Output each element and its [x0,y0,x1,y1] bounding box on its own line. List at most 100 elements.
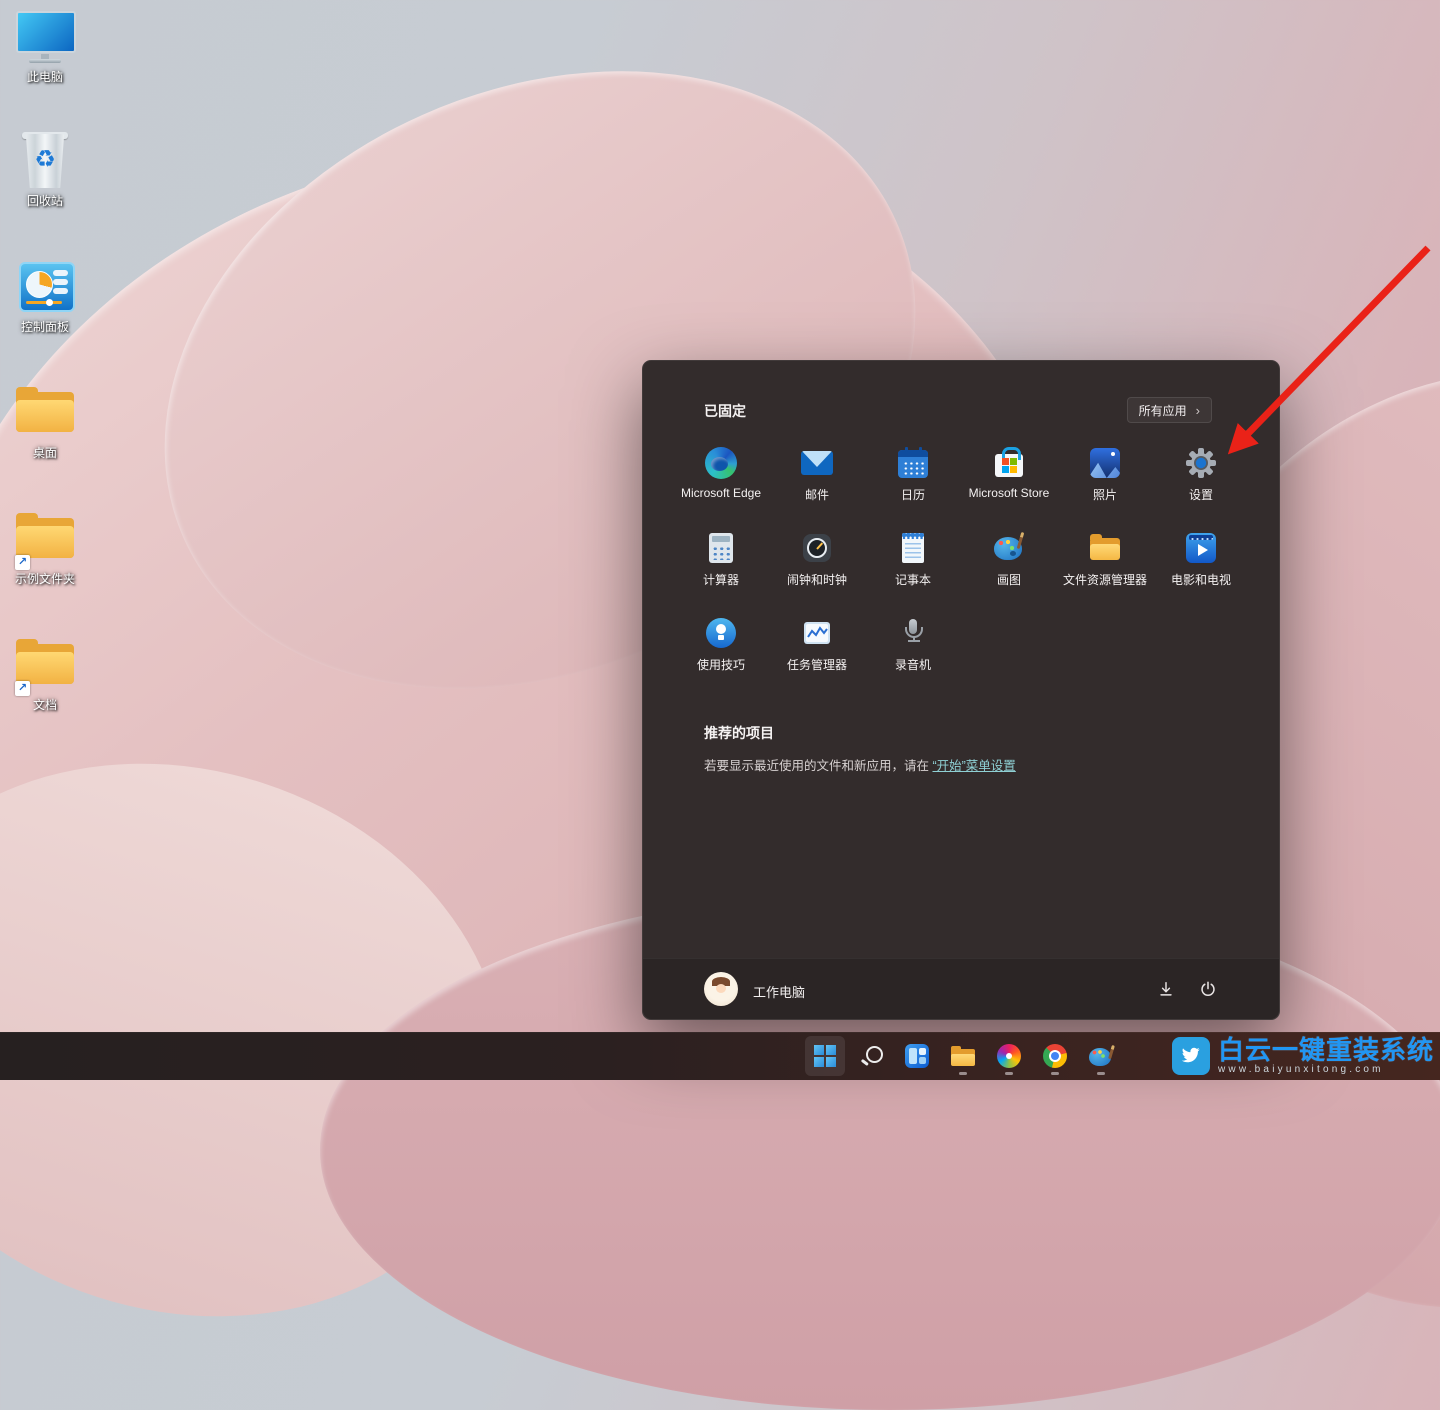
mail-icon [800,446,834,480]
watermark-text: 白云一键重装系统 www.baiyunxitong.com [1218,1037,1434,1075]
app-label: 记事本 [865,571,961,588]
bird-logo-icon [1172,1037,1210,1075]
photos-icon [1088,446,1122,480]
settings-gear-icon [1184,446,1218,480]
start-menu-settings-link[interactable]: “开始”菜单设置 [932,759,1015,773]
lightbulb-icon [704,616,738,650]
power-button[interactable] [1195,976,1221,1002]
power-icon [1199,980,1217,998]
desktop-icon-recycle-bin[interactable]: ♻ 回收站 [2,132,88,208]
user-name[interactable]: 工作电脑 [753,982,805,1001]
app-label: 文件资源管理器 [1057,571,1153,588]
start-app-microsoft-store[interactable]: Microsoft Store [961,435,1057,520]
all-apps-button[interactable]: 所有应用 › [1127,397,1212,423]
running-indicator [1051,1072,1059,1075]
clock-icon [800,531,834,565]
desktop-icon-label: 控制面板 [2,320,88,334]
store-icon [992,446,1026,480]
windows-logo-icon [814,1045,836,1067]
microphone-icon [896,616,930,650]
taskbar-colorful-browser-button[interactable] [989,1036,1029,1076]
watermark: 白云一键重装系统 www.baiyunxitong.com [1172,1034,1434,1078]
app-label: 录音机 [865,656,961,673]
start-app-paint[interactable]: 画图 [961,520,1057,605]
start-app-calendar[interactable]: 日历 [865,435,961,520]
start-app-photos[interactable]: 照片 [1057,435,1153,520]
app-label: 设置 [1153,486,1249,503]
taskbar-file-explorer-button[interactable] [943,1036,983,1076]
desktop-icon-desktop-folder[interactable]: 桌面 [2,384,88,460]
search-icon [859,1044,883,1068]
app-label: 日历 [865,486,961,503]
desktop-icon-label: 示例文件夹 [2,572,88,586]
movies-tv-icon [1184,531,1218,565]
download-icon [1157,980,1175,998]
running-indicator [1005,1072,1013,1075]
pinwheel-browser-icon [997,1044,1021,1068]
folder-icon [13,384,77,444]
start-app-settings[interactable]: 设置 [1153,435,1249,520]
app-label: 邮件 [769,486,865,503]
desktop-icon-label: 文档 [2,698,88,712]
start-app-task-manager[interactable]: 任务管理器 [769,605,865,690]
taskbar-search-button[interactable] [851,1036,891,1076]
task-manager-icon [800,616,834,650]
control-panel-icon [13,258,77,318]
chrome-icon [1043,1044,1067,1068]
running-indicator [1097,1072,1105,1075]
shortcut-arrow-icon: ↗ [15,555,30,570]
start-app-file-explorer[interactable]: 文件资源管理器 [1057,520,1153,605]
file-explorer-icon [1088,531,1122,565]
calculator-icon [704,531,738,565]
start-app-notepad[interactable]: 记事本 [865,520,961,605]
desktop-icon-label: 回收站 [2,194,88,208]
start-app-calculator[interactable]: 计算器 [673,520,769,605]
edge-icon [704,446,738,480]
watermark-url: www.baiyunxitong.com [1218,1065,1434,1075]
this-pc-icon [13,8,77,68]
start-menu-footer: 工作电脑 [643,958,1279,1019]
recommended-hint-text: 若要显示最近使用的文件和新应用，请在 [704,759,932,773]
app-label: 计算器 [673,571,769,588]
recommended-section-title: 推荐的项目 [704,723,774,743]
start-app-mail[interactable]: 邮件 [769,435,865,520]
taskbar-widgets-button[interactable] [897,1036,937,1076]
paint-palette-icon [992,531,1026,565]
desktop-icon-control-panel[interactable]: 控制面板 [2,258,88,334]
all-apps-label: 所有应用 [1139,402,1187,419]
start-menu: 已固定 所有应用 › Microsoft Edge 邮件 日历 Microsof… [642,360,1280,1020]
recommended-hint: 若要显示最近使用的文件和新应用，请在 “开始”菜单设置 [704,755,1016,774]
start-app-microsoft-edge[interactable]: Microsoft Edge [673,435,769,520]
desktop-icon-this-pc[interactable]: 此电脑 [2,8,88,84]
taskbar-paint-button[interactable] [1081,1036,1121,1076]
folder-icon [950,1044,976,1068]
app-label: 任务管理器 [769,656,865,673]
app-label: 闹钟和时钟 [769,571,865,588]
recycle-symbol: ♻ [13,146,77,174]
download-button[interactable] [1153,976,1179,1002]
start-app-voice-recorder[interactable]: 录音机 [865,605,961,690]
running-indicator [959,1072,967,1075]
desktop-icon-label: 此电脑 [2,70,88,84]
app-label: 画图 [961,571,1057,588]
start-button[interactable] [805,1036,845,1076]
chevron-right-icon: › [1196,404,1200,417]
app-label: Microsoft Edge [673,486,769,500]
taskbar-chrome-button[interactable] [1035,1036,1075,1076]
widgets-icon [905,1044,929,1068]
paint-palette-icon [1088,1044,1114,1068]
calendar-icon [896,446,930,480]
app-label: 电影和电视 [1153,571,1249,588]
folder-shortcut-icon: ↗ [13,636,77,696]
desktop-icon-documents[interactable]: ↗ 文档 [2,636,88,712]
pinned-section-title: 已固定 [704,401,746,421]
recycle-bin-icon: ♻ [13,132,77,192]
pinned-app-grid: Microsoft Edge 邮件 日历 Microsoft Store 照片 [673,435,1249,690]
start-app-alarms-clock[interactable]: 闹钟和时钟 [769,520,865,605]
user-avatar[interactable] [704,972,738,1006]
taskbar-icon-group [805,1036,1121,1076]
desktop-icon-sample-folder[interactable]: ↗ 示例文件夹 [2,510,88,586]
start-app-tips[interactable]: 使用技巧 [673,605,769,690]
app-label: Microsoft Store [961,486,1057,500]
start-app-movies-tv[interactable]: 电影和电视 [1153,520,1249,605]
